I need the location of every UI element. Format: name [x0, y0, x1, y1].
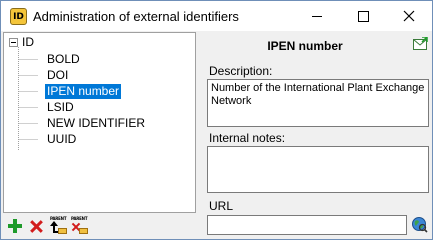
minimize-button[interactable]	[294, 1, 340, 31]
internal-notes-label: Internal notes:	[209, 131, 286, 145]
tree-item-uuid[interactable]: UUID	[45, 132, 78, 147]
save-icon[interactable]	[413, 37, 428, 50]
window-title: Administration of external identifiers	[33, 9, 239, 24]
description-field[interactable]: Number of the International Plant Exchan…	[207, 79, 429, 127]
tree-toolbar: PARENT PARENT	[3, 214, 196, 238]
add-button[interactable]	[5, 216, 25, 236]
remove-parent-label: PARENT	[71, 216, 88, 221]
title-bar: ID Administration of external identifier…	[1, 1, 432, 31]
detail-title: IPEN number	[267, 39, 343, 53]
app-id-icon: ID	[10, 8, 27, 25]
internal-notes-field[interactable]	[207, 146, 429, 193]
collapse-icon[interactable]	[9, 37, 18, 47]
tree-item-bold[interactable]: BOLD	[45, 52, 82, 67]
tree-item-new-identifier[interactable]: NEW IDENTIFIER	[45, 116, 147, 131]
tree-item-ipen-number[interactable]: IPEN number	[45, 84, 122, 99]
description-label: Description:	[209, 64, 273, 78]
url-label: URL	[209, 199, 234, 213]
identifier-admin-window: ID Administration of external identifier…	[0, 0, 433, 240]
remove-parent-button[interactable]: PARENT	[70, 216, 90, 236]
identifier-tree[interactable]: ID BOLD DOI IPEN number LSID NEW IDENTIF…	[3, 32, 196, 213]
url-field[interactable]	[207, 215, 407, 235]
set-parent-button[interactable]: PARENT	[49, 216, 69, 236]
close-icon	[403, 10, 415, 22]
maximize-icon	[357, 10, 369, 22]
minimize-icon	[312, 15, 322, 17]
tree-connector-lines	[18, 47, 38, 150]
close-button[interactable]	[386, 1, 432, 31]
tree-item-doi[interactable]: DOI	[45, 68, 70, 83]
delete-button[interactable]	[26, 216, 46, 236]
maximize-button[interactable]	[340, 1, 386, 31]
tree-item-lsid[interactable]: LSID	[45, 100, 76, 115]
globe-search-icon[interactable]	[411, 216, 428, 233]
